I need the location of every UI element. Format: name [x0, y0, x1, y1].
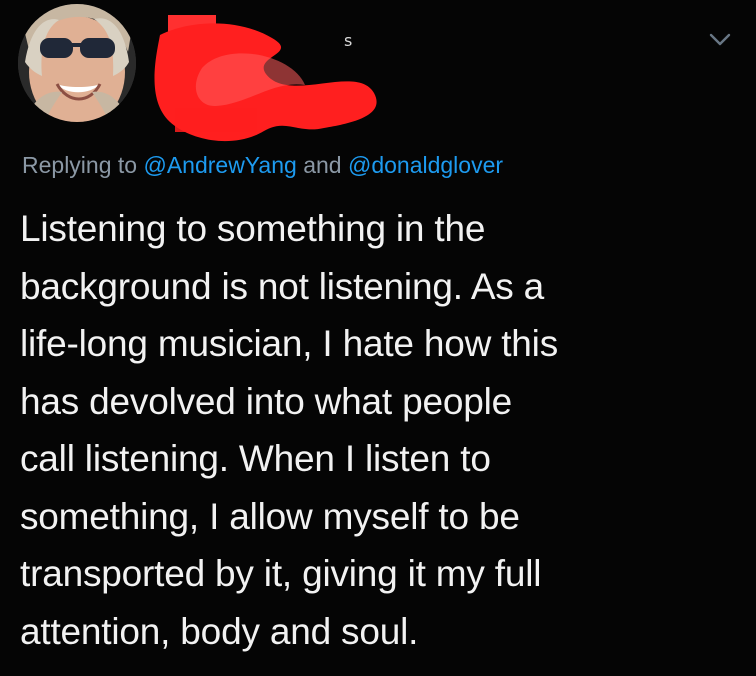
tweet-card: s Replying to @AndrewYang and @donaldglo…: [0, 0, 756, 676]
tweet-text-line: life-long musician, I hate how this: [20, 323, 558, 364]
avatar[interactable]: [18, 4, 136, 122]
tweet-text-line: has devolved into what people: [20, 380, 513, 422]
mention-andrewyang[interactable]: @AndrewYang: [143, 152, 296, 178]
tweet-body: Listening to something in the background…: [20, 200, 740, 660]
mention-donaldglover[interactable]: @donaldglover: [348, 152, 503, 178]
tweet-menu-button[interactable]: [706, 26, 734, 54]
redaction-mark-icon: s: [154, 15, 377, 142]
tweet-text-line: transported by it, giving it my full: [20, 553, 542, 594]
tweet-text-line: call listening. When I listen to: [20, 438, 491, 479]
reply-context: Replying to @AndrewYang and @donaldglove…: [22, 150, 503, 180]
tweet-text-line: something, I allow myself to be: [20, 495, 520, 537]
profile-photo-icon: [18, 4, 136, 122]
tweet-text-line: Listening to something in the: [20, 208, 486, 249]
reply-conjunction: and: [303, 152, 342, 178]
tweet-text-line: attention, body and soul.: [20, 610, 419, 652]
svg-text:s: s: [344, 31, 352, 50]
tweet-text-line: background is not listening. As a: [20, 265, 545, 307]
redacted-user-name: s: [150, 10, 390, 145]
reply-prefix: Replying to: [22, 152, 138, 178]
chevron-down-icon: [709, 33, 731, 46]
